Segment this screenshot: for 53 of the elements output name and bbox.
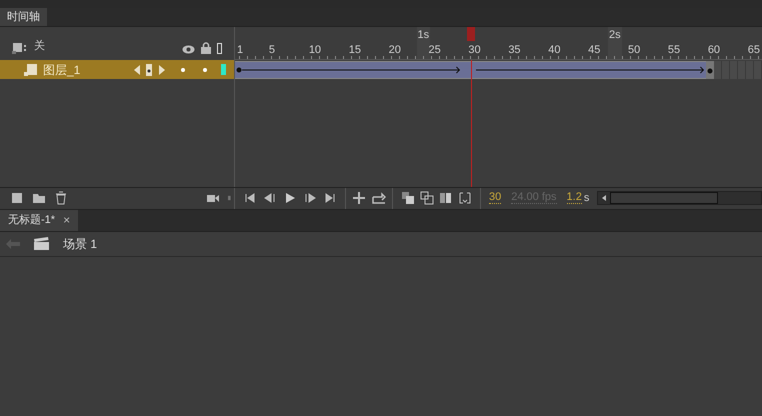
onion-skin-icon[interactable]: [401, 191, 415, 205]
layer-icon: [24, 64, 37, 76]
layer-name[interactable]: 图层_1: [43, 60, 127, 78]
layer-icon[interactable]: [12, 42, 28, 54]
frame-number: 5: [268, 43, 276, 58]
trash-icon[interactable]: [54, 191, 68, 205]
onion-markers-icon[interactable]: [458, 191, 472, 205]
visibility-dot-icon[interactable]: [181, 68, 185, 72]
step-forward-icon[interactable]: [303, 191, 317, 205]
frame-number: 55: [668, 43, 680, 58]
time-unit: s: [584, 192, 590, 204]
layer-color-swatch[interactable]: [221, 64, 226, 75]
lock-dot-icon[interactable]: [203, 68, 207, 72]
loop-icon[interactable]: [372, 191, 386, 205]
play-icon[interactable]: [283, 191, 297, 205]
document-tab[interactable]: 无标题-1* ×: [0, 210, 78, 230]
frame-number: 65: [748, 43, 760, 58]
frame-number: 25: [428, 43, 441, 58]
step-back-icon[interactable]: [263, 191, 277, 205]
frame-number: 20: [388, 43, 401, 58]
scene-label[interactable]: 场景 1: [63, 234, 98, 252]
seconds-label: 2s: [608, 27, 622, 59]
frame-number: 30: [468, 43, 481, 58]
frame-number: 60: [708, 43, 720, 58]
elapsed-time[interactable]: 1.2: [566, 192, 582, 204]
clapperboard-icon: [34, 237, 49, 250]
eye-icon[interactable]: [182, 45, 195, 54]
close-button[interactable]: ×: [63, 211, 70, 229]
folder-icon[interactable]: [32, 191, 46, 205]
frame-number: 40: [548, 43, 560, 58]
lock-icon[interactable]: [201, 42, 211, 54]
center-frame-icon[interactable]: [352, 191, 366, 205]
document-tab-label[interactable]: 无标题-1*: [8, 212, 56, 228]
frame-number: 45: [588, 43, 600, 58]
outline-icon[interactable]: [217, 43, 222, 54]
frame-number: 35: [508, 43, 521, 58]
first-frame-icon[interactable]: [243, 191, 257, 205]
horizontal-scrollbar[interactable]: [597, 191, 762, 205]
layer-header-label: 关: [34, 38, 46, 54]
frame-number: 1: [237, 43, 244, 58]
frame-number: 15: [348, 43, 361, 58]
scroll-thumb[interactable]: [610, 192, 718, 204]
panel-tab[interactable]: 时间轴: [0, 8, 47, 26]
frame-number: 50: [628, 43, 640, 58]
last-frame-icon[interactable]: [323, 191, 337, 205]
current-frame[interactable]: 30: [489, 192, 502, 204]
edit-frames-icon[interactable]: [439, 191, 453, 205]
onion-outline-icon[interactable]: [420, 191, 434, 205]
layer-row[interactable]: 图层_1: [0, 60, 234, 79]
keyframe-nav-icon[interactable]: [133, 64, 167, 76]
frame-number: 10: [308, 43, 322, 58]
seconds-label: 1s: [416, 27, 430, 59]
new-layer-icon[interactable]: [10, 191, 24, 205]
